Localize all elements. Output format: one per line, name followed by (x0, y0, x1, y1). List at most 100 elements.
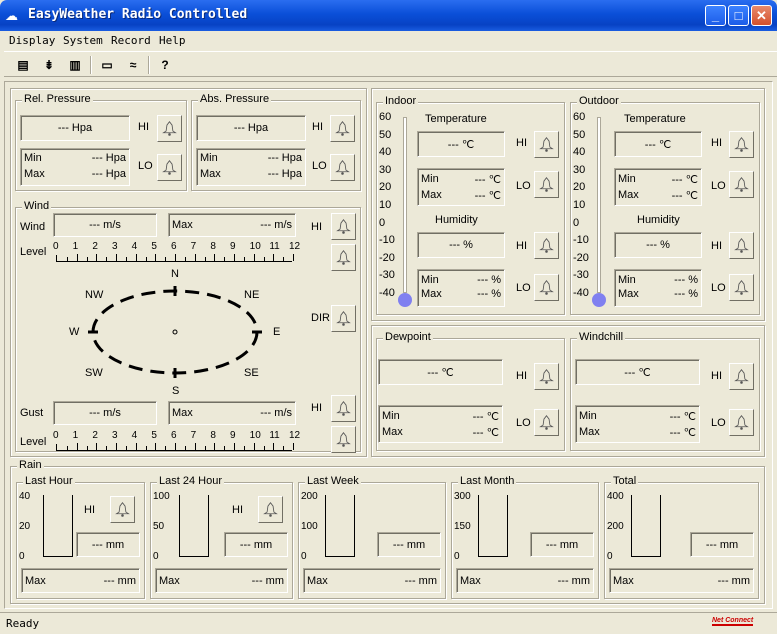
menu-display[interactable]: Display (9, 34, 55, 47)
alarm-bell-icon[interactable] (110, 496, 135, 523)
min-value: --- ℃ (671, 174, 698, 186)
level-tick-label: 0 (53, 241, 59, 252)
alarm-bell-icon[interactable] (331, 426, 356, 453)
outdoor-temp-value: --- ℃ (614, 131, 702, 157)
alarm-bell-icon[interactable] (330, 154, 355, 181)
level-tick (184, 257, 186, 261)
wind-level-scale: 0 1 2 3 4 5 6 7 8 9 10 11 12 (53, 241, 300, 267)
level-tick-label: 3 (112, 430, 118, 441)
rain-panel-label: Total (611, 475, 639, 487)
max-label: Max (172, 219, 193, 231)
history-icon[interactable]: ▭ (96, 55, 118, 75)
thermo-tick-label: 0 (379, 216, 386, 229)
alarm-bell-icon[interactable] (729, 274, 754, 301)
outdoor-thermometer: 60 50 40 30 20 10 0 -10 -20 -30 -40 (573, 111, 609, 311)
thermo-tick-label: 30 (573, 163, 586, 176)
alarm-bell-icon[interactable] (157, 115, 182, 142)
dewpoint-minmax: Min --- ℃ Max --- ℃ (378, 405, 503, 443)
wind-group: Wind Wind --- m/s Max --- m/s HI Level 0 1… (15, 200, 361, 453)
alarm-bell-icon[interactable] (258, 496, 283, 523)
alarm-bell-icon[interactable] (729, 409, 754, 436)
alarm-bell-icon[interactable] (534, 409, 559, 436)
alarm-bell-icon[interactable] (331, 395, 356, 422)
settings-icon[interactable]: ⇟ (38, 55, 60, 75)
rain-value: --- mm (690, 532, 754, 557)
rain-scale-label: 100 (301, 521, 318, 532)
temperature-label: Temperature (624, 113, 686, 125)
alarm-bell-icon[interactable] (331, 213, 356, 240)
status-text: Ready (6, 617, 40, 630)
rain-scale-label: 300 (454, 491, 471, 502)
chart-icon[interactable]: ▥ (64, 55, 86, 75)
humidity-label: Humidity (637, 214, 680, 226)
level-tick (96, 254, 98, 261)
level-tick (263, 257, 265, 261)
level-tick (155, 254, 157, 261)
rain-panel: Last Hour 40 20 0 --- mm HI Max --- mm (16, 475, 145, 599)
level-tick (76, 443, 78, 450)
level-tick (116, 254, 117, 261)
alarm-bell-icon[interactable] (157, 154, 182, 181)
thermo-tick-label: 60 (573, 111, 586, 123)
thermo-tick-label: -30 (573, 269, 589, 282)
alarm-bell-icon[interactable] (330, 115, 355, 142)
window-title: EasyWeather Radio Controlled (28, 7, 248, 22)
min-label: Min (618, 173, 636, 185)
level-tick-label: 1 (72, 430, 79, 441)
graph-icon[interactable]: ≈ (122, 55, 144, 75)
min-label: Min (618, 274, 636, 286)
max-label: Max (382, 426, 403, 438)
thermo-tick-label: -20 (379, 251, 395, 264)
level-tick (165, 446, 167, 450)
thermo-tick-label: -40 (379, 287, 395, 299)
alarm-bell-icon[interactable] (729, 131, 754, 158)
level-tick-label: 7 (190, 430, 197, 441)
level-tick (155, 443, 157, 450)
rain-panel-label: Last 24 Hour (157, 475, 224, 487)
thermo-tick-label: 10 (573, 199, 586, 211)
compass-s: S (172, 385, 180, 397)
help-icon[interactable]: ? (154, 55, 176, 75)
level-tick (283, 257, 285, 261)
max-label: Max (25, 575, 46, 587)
close-button[interactable]: ✕ (751, 5, 772, 26)
level-tick (175, 443, 176, 450)
wind-max-box: Max --- m/s (168, 213, 296, 237)
thermo-tick-label: -10 (379, 234, 395, 247)
alarm-bell-icon[interactable] (534, 274, 559, 301)
menu-system[interactable]: System (63, 34, 103, 47)
title-bar[interactable]: ☁ EasyWeather Radio Controlled _ □ ✕ (0, 0, 777, 31)
rain-panel: Total 400 200 0 --- mm Max --- mm (604, 475, 759, 599)
max-value: --- mm (103, 575, 136, 587)
display-icon[interactable]: ▤ (12, 55, 34, 75)
minimize-button[interactable]: _ (705, 5, 726, 26)
level-tick-label: 8 (210, 241, 216, 252)
level-tick (135, 443, 137, 450)
menu-help[interactable]: Help (159, 34, 186, 47)
alarm-bell-icon[interactable] (534, 131, 559, 158)
compass-se: SE (244, 367, 259, 379)
level-tick (283, 446, 285, 450)
menu-record[interactable]: Record (111, 34, 151, 47)
alarm-bell-icon[interactable] (534, 232, 559, 259)
alarm-bell-icon[interactable] (729, 171, 754, 198)
rain-max-box: Max --- mm (303, 568, 441, 593)
max-value: --- ℃ (669, 427, 696, 439)
gust-label: Gust (20, 407, 44, 419)
level-tick (135, 254, 137, 261)
level-tick (243, 446, 245, 450)
level-tick-label: 2 (92, 241, 98, 252)
alarm-bell-icon[interactable] (534, 171, 559, 198)
rain-panel: Last Week 200 100 0 --- mm Max --- mm (298, 475, 446, 599)
hi-label: HI (711, 137, 722, 149)
maximize-button[interactable]: □ (728, 5, 749, 26)
alarm-bell-icon[interactable] (331, 305, 356, 332)
alarm-bell-icon[interactable] (534, 363, 559, 390)
alarm-bell-icon[interactable] (729, 363, 754, 390)
alarm-bell-icon[interactable] (331, 244, 356, 271)
thermo-tube (597, 117, 601, 293)
rain-scale-label: 400 (607, 491, 624, 502)
abs-pressure-group: Abs. Pressure --- Hpa HI Min --- Hpa Max -… (191, 93, 361, 191)
rain-bar-chart (179, 495, 209, 557)
alarm-bell-icon[interactable] (729, 232, 754, 259)
